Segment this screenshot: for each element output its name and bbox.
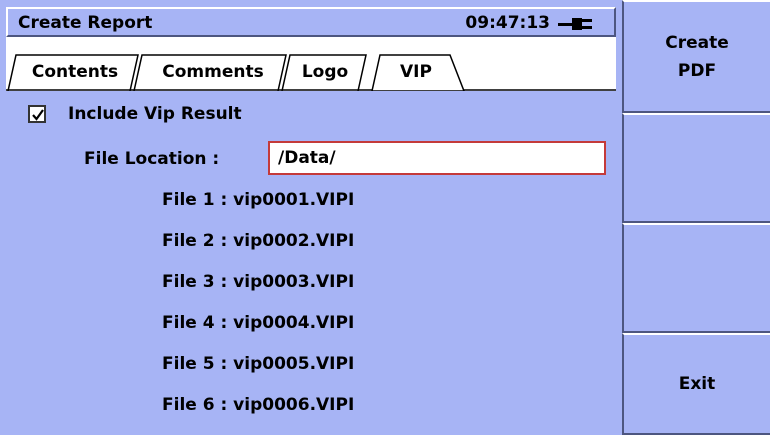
softkey-2-blank[interactable]	[622, 113, 770, 223]
file-item-5: File 5 : vip0005.VIPI	[162, 354, 355, 374]
create-pdf-button[interactable]: Create PDF	[622, 0, 770, 113]
file-location-input[interactable]: /Data/	[268, 141, 606, 175]
tab-comments[interactable]: Comments	[146, 62, 280, 82]
file-item-6: File 6 : vip0006.VIPI	[162, 395, 355, 415]
window-title: Create Report	[18, 13, 153, 33]
vip-panel: Include Vip Result File Location : /Data…	[6, 91, 616, 435]
tab-logo[interactable]: Logo	[292, 62, 358, 82]
tab-vip[interactable]: VIP	[384, 62, 448, 82]
create-pdf-line1: Create	[665, 32, 729, 53]
tab-bar: Contents Comments Logo VIP	[6, 37, 616, 91]
file-item-4: File 4 : vip0004.VIPI	[162, 313, 355, 333]
file-item-1: File 1 : vip0001.VIPI	[162, 190, 355, 210]
plug-icon	[558, 18, 592, 30]
exit-button[interactable]: Exit	[622, 333, 770, 435]
tab-contents[interactable]: Contents	[20, 62, 130, 82]
title-bar: Create Report 09:47:13	[6, 7, 616, 37]
file-item-3: File 3 : vip0003.VIPI	[162, 272, 355, 292]
softkey-panel: Create PDF Exit	[622, 0, 770, 435]
checkmark-icon	[32, 109, 44, 121]
include-vip-label: Include Vip Result	[68, 104, 242, 124]
create-pdf-line2: PDF	[677, 60, 717, 81]
include-vip-checkbox[interactable]	[28, 105, 46, 123]
file-location-label: File Location :	[84, 149, 220, 169]
exit-label: Exit	[678, 374, 716, 394]
screen: Create Report 09:47:13 Contents Comments…	[0, 0, 770, 435]
softkey-3-blank[interactable]	[622, 223, 770, 333]
file-item-2: File 2 : vip0002.VIPI	[162, 231, 355, 251]
clock-time: 09:47:13	[465, 13, 550, 33]
